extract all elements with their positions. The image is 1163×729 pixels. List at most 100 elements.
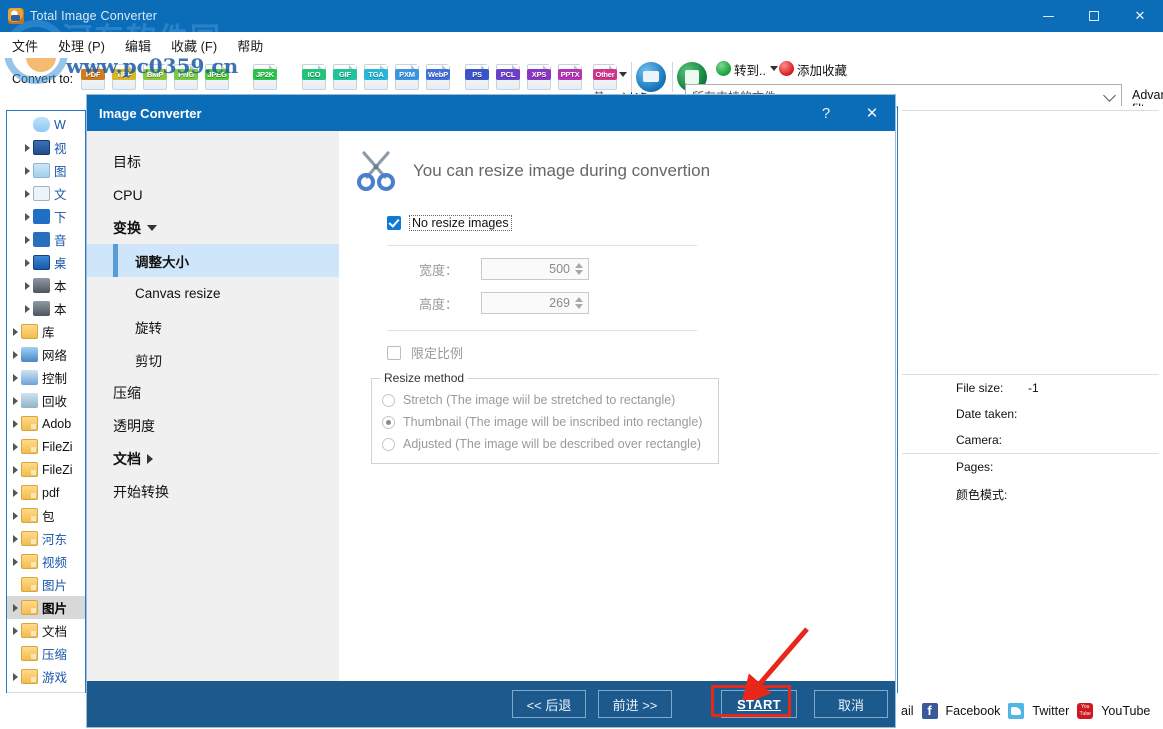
menu-item-edit[interactable]: 编辑 [125,36,151,55]
format-button-bmp[interactable]: BMP [143,64,167,90]
tree-item[interactable]: 压缩 [7,642,85,665]
dialog-help-button[interactable]: ? [803,95,849,131]
tree-item[interactable]: 包 [7,504,85,527]
caret-down-icon[interactable] [147,224,157,231]
dialog-nav-item-9[interactable]: 文档 [87,442,339,475]
tree-item[interactable]: 本 [7,297,85,320]
tree-item[interactable]: 图 [7,159,85,182]
expand-arrow-icon[interactable] [9,619,21,642]
dialog-nav-item-10[interactable]: 开始转换 [87,475,339,508]
expand-arrow-icon[interactable] [21,205,33,228]
menu-item-favorites[interactable]: 收藏 (F) [171,36,217,55]
facebook-link[interactable]: Facebook [946,704,1001,718]
format-button-ico[interactable]: ICO [302,64,326,90]
dialog-nav-item-3[interactable]: 调整大小 [87,244,339,277]
mail-label[interactable]: ail [901,704,914,718]
expand-arrow-icon[interactable] [9,527,21,550]
expand-arrow-icon[interactable] [9,596,21,619]
dialog-nav-item-0[interactable]: 目标 [87,145,339,178]
expand-arrow-icon[interactable] [9,550,21,573]
format-button-gif[interactable]: GIF [333,64,357,90]
expand-arrow-icon[interactable] [9,481,21,504]
format-button-xps[interactable]: XPS [527,64,551,90]
expand-arrow-icon[interactable] [9,412,21,435]
tree-item[interactable]: W [7,113,85,136]
dialog-nav-item-7[interactable]: 压缩 [87,376,339,409]
tree-item[interactable]: 图片 [7,573,85,596]
expand-arrow-icon[interactable] [9,389,21,412]
no-resize-checkbox-row[interactable]: No resize images [387,215,895,231]
format-button-tiff[interactable]: TIFF [112,64,136,90]
format-button-pcl[interactable]: PCL [496,64,520,90]
add-favorite-button[interactable]: 添加收藏 [797,60,847,79]
stepper-down-icon[interactable] [575,270,583,275]
expand-arrow-icon[interactable] [21,274,33,297]
resize-method-option-1[interactable]: Thumbnail (The image will be inscribed i… [382,411,708,433]
expand-arrow-icon[interactable] [21,136,33,159]
format-button-png[interactable]: PNG [174,64,198,90]
expand-arrow-icon[interactable] [9,435,21,458]
stepper-up-icon[interactable] [575,263,583,268]
tree-item[interactable]: 桌 [7,251,85,274]
format-button-webp[interactable]: WebP [426,64,450,90]
radio-button[interactable] [382,393,395,407]
tree-item[interactable]: 回收 [7,389,85,412]
format-button-jp2k[interactable]: JP2K [253,64,277,90]
radio-button[interactable] [382,437,395,451]
tree-item[interactable]: 视频 [7,550,85,573]
chevron-down-icon[interactable] [770,66,778,71]
keep-ratio-row[interactable]: 限定比例 [387,343,895,362]
facebook-icon[interactable]: f [921,703,938,719]
chevron-down-icon[interactable] [1103,89,1116,102]
keep-ratio-checkbox[interactable] [387,345,401,360]
tree-item[interactable]: 控制 [7,366,85,389]
dialog-nav-item-8[interactable]: 透明度 [87,409,339,442]
dialog-nav-item-5[interactable]: 旋转 [87,310,339,343]
caret-right-icon[interactable] [147,453,153,464]
expand-arrow-icon[interactable] [9,458,21,481]
folder-tree-panel[interactable]: W 视图文下音桌本本库网络 控制 回收 Adob FileZi FileZi pdf 包河东 视频… [6,110,86,710]
tree-item[interactable]: Adob [7,412,85,435]
expand-arrow-icon[interactable] [9,343,21,366]
goto-button[interactable]: 转到.. [734,60,766,79]
stepper-up-icon[interactable] [575,297,583,302]
tree-item[interactable]: FileZi [7,435,85,458]
tree-item[interactable]: FileZi [7,458,85,481]
minimize-button[interactable] [1025,0,1071,32]
tree-item[interactable]: 网络 [7,343,85,366]
stepper-down-icon[interactable] [575,304,583,309]
no-resize-checkbox[interactable] [387,216,401,230]
tree-item[interactable]: 视 [7,136,85,159]
tree-item[interactable]: 下 [7,205,85,228]
menu-item-help[interactable]: 帮助 [237,36,263,55]
youtube-link[interactable]: YouTube [1101,704,1150,718]
radio-button[interactable] [382,415,395,429]
menu-item-process[interactable]: 处理 (P) [58,36,105,55]
twitter-link[interactable]: Twitter [1032,704,1069,718]
format-button-pxm[interactable]: PXM [395,64,419,90]
resize-method-option-2[interactable]: Adjusted (The image will be described ov… [382,433,708,455]
menu-item-file[interactable]: 文件 [12,36,38,55]
tree-item[interactable]: 文 [7,182,85,205]
format-button-pptx[interactable]: PPTX [558,64,582,90]
dialog-nav-item-6[interactable]: 剪切 [87,343,339,376]
next-button[interactable]: 前进 >> [598,690,672,718]
tree-item[interactable]: 库 [7,320,85,343]
tree-item[interactable]: 图片 [7,596,85,619]
youtube-icon[interactable] [1077,703,1094,719]
dialog-nav-item-1[interactable]: CPU [87,178,339,211]
twitter-icon[interactable] [1008,703,1025,719]
resize-method-option-0[interactable]: Stretch (The image wiil be stretched to … [382,389,708,411]
height-stepper[interactable]: 269 [481,292,589,314]
expand-arrow-icon[interactable] [21,251,33,274]
tree-item[interactable]: 音 [7,228,85,251]
format-button-pdf[interactable]: PDF [81,64,105,90]
maximize-button[interactable] [1071,0,1117,32]
expand-arrow-icon[interactable] [9,504,21,527]
favorite-icon[interactable] [779,61,794,76]
width-stepper[interactable]: 500 [481,258,589,280]
tree-item[interactable]: pdf [7,481,85,504]
chevron-down-icon[interactable] [619,72,627,77]
back-button[interactable]: << 后退 [512,690,586,718]
format-button-ps[interactable]: PS [465,64,489,90]
